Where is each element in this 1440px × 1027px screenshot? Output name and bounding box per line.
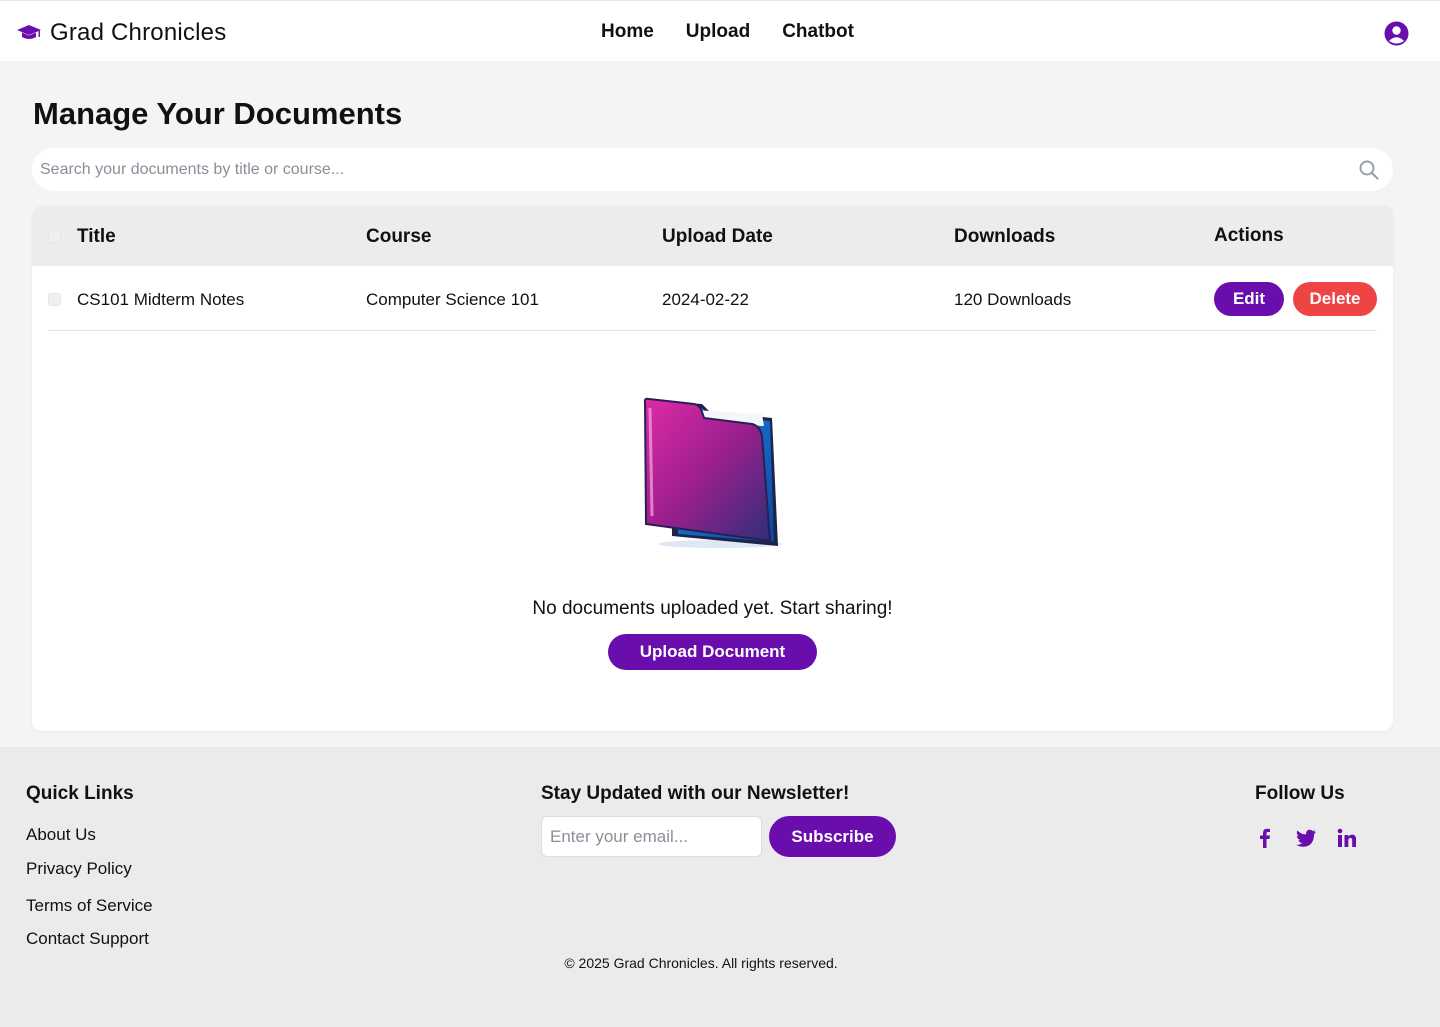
cell-upload-date: 2024-02-22 — [662, 290, 749, 309]
linkedin-icon[interactable] — [1336, 827, 1358, 849]
newsletter-heading: Stay Updated with our Newsletter! — [541, 783, 850, 804]
footer-link-about[interactable]: About Us — [26, 825, 96, 845]
email-field[interactable] — [541, 816, 762, 857]
subscribe-button[interactable]: Subscribe — [769, 816, 896, 857]
search-icon[interactable] — [1358, 159, 1380, 181]
facebook-icon[interactable] — [1254, 827, 1276, 849]
page-title: Manage Your Documents — [33, 96, 403, 131]
table-row: CS101 Midterm Notes Computer Science 101… — [32, 266, 1393, 331]
cell-downloads: 120 Downloads — [954, 290, 1072, 309]
upload-document-button[interactable]: Upload Document — [608, 634, 817, 670]
main-nav: Home Upload Chatbot — [601, 21, 854, 43]
documents-card: Title Course Upload Date Downloads Actio… — [32, 206, 1393, 731]
select-all-checkbox[interactable] — [48, 230, 61, 243]
header-upload-date: Upload Date — [662, 226, 773, 247]
brand-logo[interactable]: Grad Chronicles — [16, 19, 226, 47]
nav-upload[interactable]: Upload — [686, 21, 750, 43]
cell-course: Computer Science 101 — [366, 290, 539, 309]
search-input[interactable] — [32, 149, 1332, 190]
empty-state-message: No documents uploaded yet. Start sharing… — [532, 598, 893, 619]
folder-icon — [643, 397, 782, 548]
cell-title: CS101 Midterm Notes — [77, 290, 245, 309]
nav-home[interactable]: Home — [601, 21, 654, 43]
footer-link-privacy[interactable]: Privacy Policy — [26, 859, 132, 879]
row-checkbox[interactable] — [48, 293, 61, 306]
copyright-text: © 2025 Grad Chronicles. All rights reser… — [564, 955, 838, 971]
header-course: Course — [366, 226, 432, 247]
site-footer: Quick Links About Us Privacy Policy Term… — [0, 747, 1440, 1027]
follow-us-heading: Follow Us — [1255, 783, 1345, 804]
row-divider — [48, 330, 1377, 331]
footer-link-terms[interactable]: Terms of Service — [26, 896, 153, 916]
table-header: Title Course Upload Date Downloads Actio… — [32, 206, 1393, 266]
twitter-icon[interactable] — [1295, 827, 1317, 849]
brand-name: Grad Chronicles — [50, 19, 227, 46]
footer-link-contact[interactable]: Contact Support — [26, 929, 149, 949]
search-bar — [32, 148, 1393, 191]
top-navbar: Grad Chronicles Home Upload Chatbot — [0, 0, 1440, 61]
delete-button[interactable]: Delete — [1293, 282, 1377, 316]
quick-links-heading: Quick Links — [26, 783, 134, 804]
edit-button[interactable]: Edit — [1214, 282, 1284, 316]
graduation-cap-icon — [17, 25, 41, 39]
user-circle-icon[interactable] — [1384, 21, 1409, 46]
header-downloads: Downloads — [954, 226, 1056, 247]
header-actions: Actions — [1214, 225, 1284, 246]
header-title: Title — [77, 226, 116, 247]
nav-chatbot[interactable]: Chatbot — [782, 21, 854, 43]
